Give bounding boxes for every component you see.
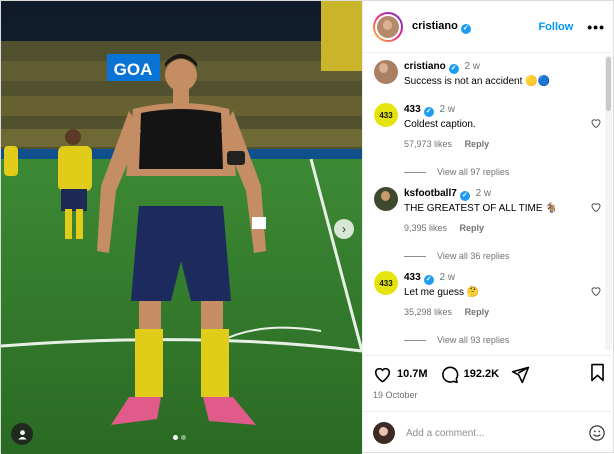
caption-avatar[interactable] <box>374 60 398 84</box>
comment-item: ksfootball7 ✓ 2 w THE GREATEST OF ALL TIM… <box>374 187 604 233</box>
comment-avatar[interactable] <box>374 187 398 211</box>
comment-text: Coldest caption. <box>404 119 476 130</box>
post-dialog: GOA › cristiano ✓ Follow ••• cristiano ✓… <box>0 0 614 454</box>
caption-time[interactable]: 2 w <box>464 61 480 72</box>
comment-item: 433 433 ✓ 2 w Coldest caption. 57,973 lik… <box>374 103 604 149</box>
comment-username[interactable]: 433 <box>404 104 421 115</box>
add-comment-bar <box>363 411 614 454</box>
carousel-next-button[interactable]: › <box>334 219 354 239</box>
like-button[interactable]: 10.7M <box>373 365 428 384</box>
stadium-sign-text: GOA <box>114 60 153 79</box>
verified-badge-icon: ✓ <box>423 107 434 117</box>
comment-button[interactable]: 192.2K <box>440 365 499 384</box>
follow-button[interactable]: Follow <box>538 21 573 33</box>
reply-button[interactable]: Reply <box>460 223 485 233</box>
comment-time[interactable]: 2 w <box>439 272 455 283</box>
caption-username[interactable]: cristiano <box>404 61 446 72</box>
likes-count[interactable]: 10.7M <box>397 368 428 380</box>
comments-scrollbar[interactable] <box>605 55 612 351</box>
carousel-indicator <box>173 435 186 440</box>
post-side-panel: cristiano ✓ Follow ••• cristiano ✓ 2 w Suc… <box>362 1 614 454</box>
comment-text: Let me guess 🤔 <box>404 287 480 298</box>
comment-avatar[interactable]: 433 <box>374 271 398 295</box>
reply-button[interactable]: Reply <box>465 307 490 317</box>
comment-avatar[interactable]: 433 <box>374 103 398 127</box>
verified-badge-icon: ✓ <box>459 191 470 201</box>
chevron-right-icon: › <box>342 222 346 236</box>
verified-badge-icon: ✓ <box>448 64 459 74</box>
carousel-dot <box>181 435 186 440</box>
like-comment-heart-icon[interactable] <box>590 285 602 297</box>
post-header: cristiano ✓ Follow ••• <box>363 1 614 53</box>
verified-badge-icon: ✓ <box>423 275 434 285</box>
comment-username[interactable]: ksfootball7 <box>404 188 457 199</box>
comment-likes[interactable]: 35,298 likes <box>404 307 452 317</box>
caption: cristiano ✓ 2 w Success is not an acciden… <box>374 60 604 88</box>
view-replies-link[interactable]: View all 97 replies <box>404 167 604 177</box>
view-replies-link[interactable]: View all 93 replies <box>404 335 604 345</box>
heart-icon <box>374 367 391 383</box>
comment-likes[interactable]: 57,973 likes <box>404 139 452 149</box>
scrollbar-thumb[interactable] <box>606 57 611 111</box>
post-actions: 10.7M 192.2K 19 October <box>363 355 614 400</box>
author-avatar[interactable] <box>373 11 403 42</box>
caption-text: Success is not an accident 🟡🔵 <box>404 76 551 87</box>
comment-likes[interactable]: 9,395 likes <box>404 223 447 233</box>
post-photo[interactable]: GOA › <box>1 1 362 454</box>
comment-item: 433 433 ✓ 2 w Let me guess 🤔 35,298 likes… <box>374 271 604 317</box>
comment-bubble-icon <box>441 366 458 383</box>
like-comment-heart-icon[interactable] <box>590 117 602 129</box>
verified-badge-icon: ✓ <box>460 23 471 34</box>
reply-button[interactable]: Reply <box>465 139 490 149</box>
comment-time[interactable]: 2 w <box>476 188 492 199</box>
comments-count[interactable]: 192.2K <box>464 368 499 380</box>
comment-time[interactable]: 2 w <box>439 104 455 115</box>
user-tag-icon <box>17 429 27 440</box>
like-comment-heart-icon[interactable] <box>590 201 602 213</box>
add-comment-input[interactable] <box>406 427 588 439</box>
comments-list[interactable]: cristiano ✓ 2 w Success is not an acciden… <box>363 54 614 354</box>
emoji-smiley-icon[interactable] <box>588 424 606 442</box>
current-user-avatar <box>373 422 395 444</box>
photo-illustration: GOA <box>1 1 362 454</box>
bookmark-icon <box>591 363 604 382</box>
save-button[interactable] <box>589 363 606 385</box>
author-username[interactable]: cristiano ✓ <box>412 20 471 34</box>
share-button[interactable] <box>511 365 530 384</box>
carousel-dot <box>173 435 178 440</box>
comment-text: THE GREATEST OF ALL TIME 🐐 <box>404 203 558 214</box>
share-plane-icon <box>511 366 530 383</box>
post-date[interactable]: 19 October <box>373 390 606 400</box>
tagged-users-button[interactable] <box>11 423 33 445</box>
more-options-icon[interactable]: ••• <box>587 20 605 34</box>
comment-username[interactable]: 433 <box>404 272 421 283</box>
view-replies-link[interactable]: View all 36 replies <box>404 251 604 261</box>
